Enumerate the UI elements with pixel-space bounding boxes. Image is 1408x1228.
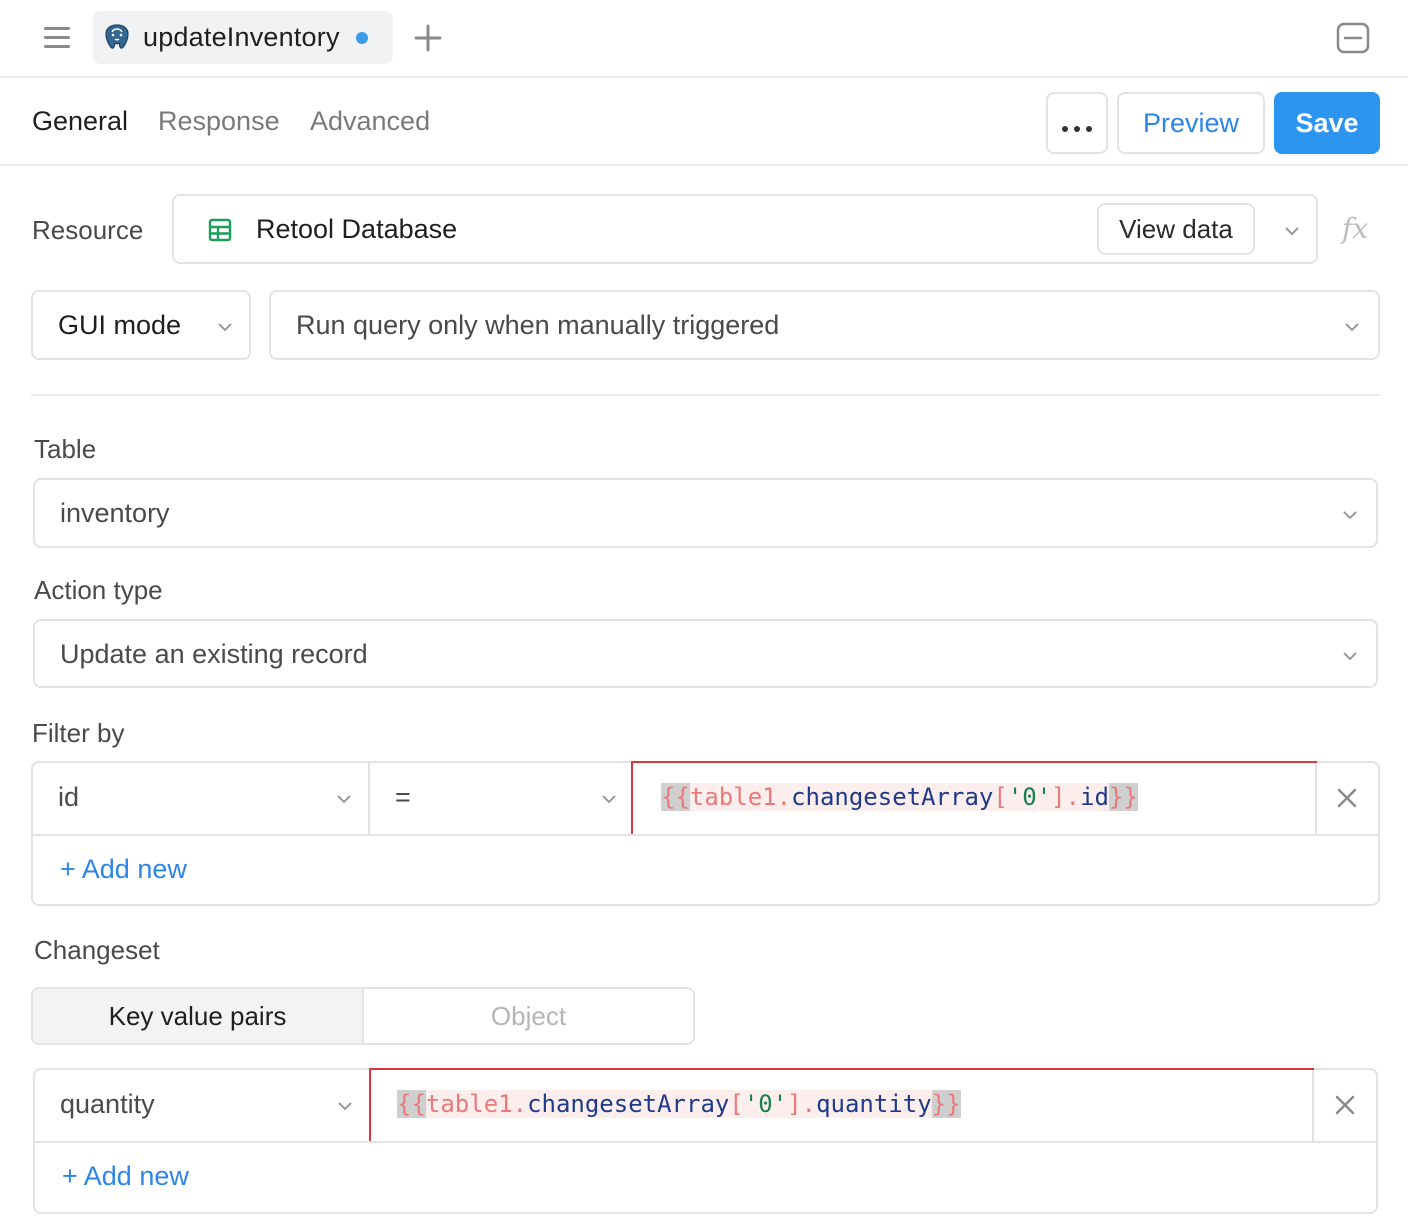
resource-label: Resource [32, 215, 144, 245]
mode-key-value-pairs[interactable]: Key value pairs [33, 989, 364, 1043]
filter-panel: id = {{table1.changesetArray['0'].id}} +… [31, 761, 1380, 906]
template-open-brace: {{ [661, 783, 690, 811]
filter-by-label: Filter by [32, 718, 125, 748]
table-value: inventory [60, 498, 170, 528]
code-string: '0' [743, 1090, 788, 1118]
code-field: quantity [816, 1090, 932, 1118]
chevron-down-icon [602, 795, 616, 804]
chevron-down-icon [338, 1102, 352, 1111]
code-property: changesetArray [527, 1090, 730, 1118]
changeset-label: Changeset [34, 935, 160, 965]
tab-response[interactable]: Response [158, 106, 280, 137]
add-changeset-link[interactable]: + Add new [62, 1161, 189, 1192]
chevron-down-icon [1285, 227, 1299, 236]
add-filter-link[interactable]: + Add new [60, 854, 187, 885]
remove-changeset-icon[interactable] [1334, 1094, 1356, 1116]
resource-value: Retool Database [256, 214, 458, 244]
code-bracket: ]. [787, 1090, 817, 1118]
mode-value: GUI mode [58, 310, 182, 340]
changeset-value-code: {{table1.changesetArray['0'].quantity}} [397, 1090, 961, 1118]
tab-general[interactable]: General [32, 106, 128, 137]
changeset-panel: quantity {{table1.changesetArray['0'].qu… [33, 1068, 1378, 1214]
run-trigger-select[interactable]: Run query only when manually triggered [269, 290, 1380, 360]
mode-select[interactable]: GUI mode [31, 290, 251, 360]
action-type-value: Update an existing record [60, 639, 368, 669]
more-dots-icon [1059, 108, 1095, 139]
filter-column-value: id [58, 782, 80, 812]
code-field: id [1080, 783, 1109, 811]
changeset-key-value: quantity [60, 1089, 155, 1119]
remove-filter-icon[interactable] [1336, 787, 1358, 809]
mode-object[interactable]: Object [364, 989, 693, 1043]
table-label: Table [34, 434, 97, 464]
query-tab-update-inventory[interactable]: updateInventory [93, 11, 393, 64]
filter-operator-select[interactable]: = [370, 763, 632, 834]
code-bracket: ]. [1051, 783, 1081, 811]
table-select[interactable]: inventory [33, 478, 1378, 548]
chevron-down-icon [1345, 323, 1359, 332]
code-bracket: [ [729, 1090, 744, 1118]
code-property: changesetArray [791, 783, 994, 811]
chevron-down-icon [218, 323, 232, 332]
action-type-select[interactable]: Update an existing record [33, 619, 1378, 688]
plus-icon[interactable] [412, 22, 444, 54]
more-options-button[interactable] [1046, 92, 1108, 154]
filter-column-select[interactable]: id [33, 763, 368, 834]
changeset-value-input[interactable]: {{table1.changesetArray['0'].quantity}} [369, 1068, 1314, 1143]
run-trigger-value: Run query only when manually triggered [296, 310, 780, 340]
filter-operator-value: = [395, 782, 411, 812]
code-object: table1. [425, 1090, 528, 1118]
collapse-panel-icon[interactable] [1336, 22, 1370, 54]
filter-value-code: {{table1.changesetArray['0'].id}} [661, 783, 1138, 811]
cell-separator [1312, 1070, 1314, 1141]
changeset-key-select[interactable]: quantity [35, 1070, 369, 1141]
query-tab-bar: updateInventory [0, 0, 1408, 78]
template-close-brace: }} [1108, 783, 1138, 811]
save-button[interactable]: Save [1274, 92, 1380, 154]
preview-button[interactable]: Preview [1117, 92, 1265, 154]
section-divider [31, 394, 1380, 396]
unsaved-indicator [355, 31, 368, 44]
chevron-down-icon [337, 795, 351, 804]
code-object: table1. [689, 783, 792, 811]
template-open-brace: {{ [397, 1090, 426, 1118]
filter-value-input[interactable]: {{table1.changesetArray['0'].id}} [631, 761, 1317, 836]
fx-toggle-icon[interactable]: fx [1342, 212, 1368, 245]
code-string: '0' [1007, 783, 1052, 811]
menu-icon[interactable] [42, 24, 72, 52]
changeset-mode-toggle: Key value pairs Object [31, 987, 695, 1045]
action-type-label: Action type [34, 575, 163, 605]
template-close-brace: }} [931, 1090, 961, 1118]
chevron-down-icon [1343, 652, 1357, 661]
chevron-down-icon [1343, 511, 1357, 520]
table-grid-icon [208, 218, 232, 242]
row-separator [33, 834, 1378, 836]
view-data-button[interactable]: View data [1097, 203, 1255, 255]
query-name: updateInventory [143, 22, 340, 52]
postgres-icon [105, 23, 129, 49]
code-bracket: [ [993, 783, 1008, 811]
tab-advanced[interactable]: Advanced [310, 106, 430, 137]
cell-separator [1315, 763, 1317, 834]
row-separator [35, 1141, 1376, 1143]
query-editor-header: General Response Advanced Preview Save [0, 78, 1408, 166]
